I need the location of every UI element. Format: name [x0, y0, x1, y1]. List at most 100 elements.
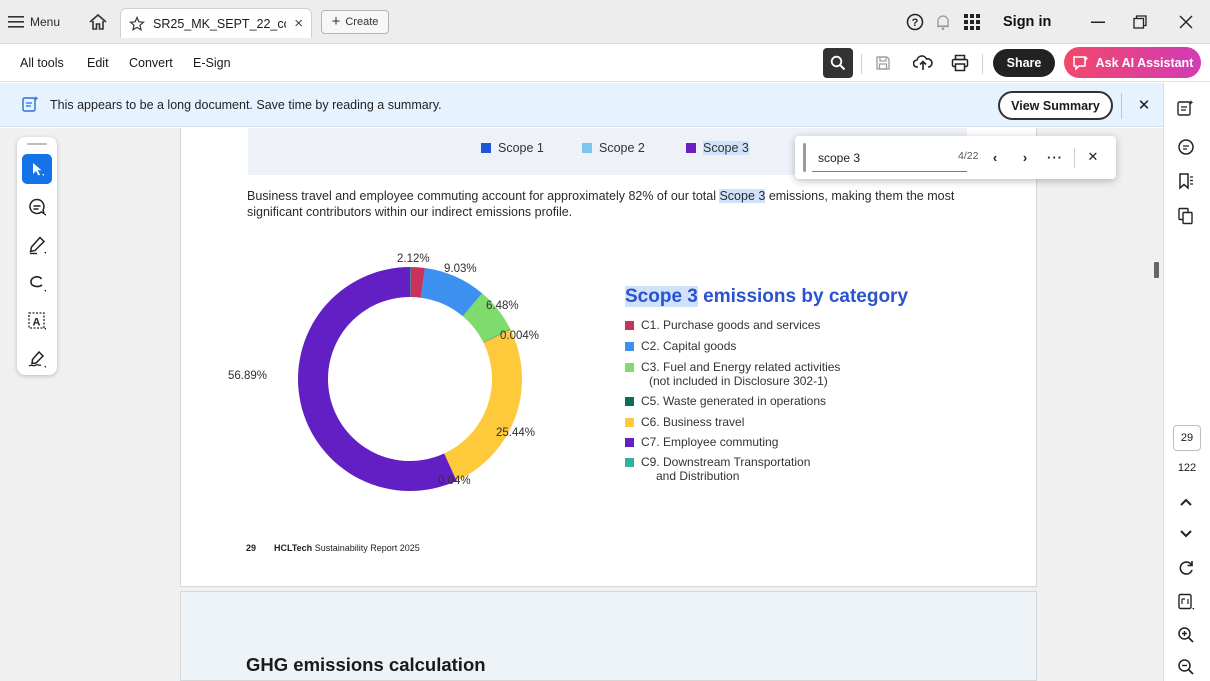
data-label-c6: 25.44%: [496, 427, 536, 439]
top-legend-item: Scope 3: [686, 141, 749, 155]
footer-report-text: Sustainability Report 2025: [312, 543, 420, 553]
ai-assistant-button[interactable]: Ask AI Assistant: [1064, 47, 1201, 78]
summary-icon: [22, 95, 40, 113]
save-icon[interactable]: [870, 50, 896, 76]
search-button[interactable]: [823, 48, 853, 78]
menu-all-tools[interactable]: All tools: [20, 44, 64, 82]
signature-icon: [28, 350, 46, 368]
svg-text:A: A: [33, 317, 41, 329]
text-box-tool-button[interactable]: A: [22, 306, 52, 336]
bell-icon[interactable]: [935, 0, 951, 44]
drag-handle[interactable]: [27, 143, 47, 145]
legend-swatch: [625, 363, 634, 372]
menu-e-sign[interactable]: E-Sign: [193, 44, 231, 82]
data-label-c3: 6.48%: [486, 300, 519, 312]
print-icon[interactable]: [947, 50, 973, 76]
pen-icon: [29, 236, 46, 255]
legend-item-c1: C1. Purchase goods and services: [625, 318, 820, 332]
highlight-tool-button[interactable]: [22, 230, 52, 260]
data-label-c1: 2.12%: [397, 253, 430, 265]
banner-message: This appears to be a long document. Save…: [50, 98, 442, 112]
comment-icon: [29, 198, 46, 216]
menu-button[interactable]: Menu: [8, 0, 60, 44]
apps-grid-icon[interactable]: [964, 0, 980, 44]
legend-label: C6. Business travel: [641, 415, 745, 429]
footer-report-title: HCLTech Sustainability Report 2025: [274, 543, 420, 553]
share-button[interactable]: Share: [993, 49, 1055, 77]
find-previous-icon[interactable]: ‹: [986, 147, 1004, 167]
legend-swatch: [481, 143, 491, 153]
search-highlight: Scope 3: [625, 286, 698, 307]
paragraph-text: Business travel and employee commuting a…: [247, 189, 720, 203]
legend-label: C3. Fuel and Energy related activities: [641, 360, 841, 374]
rotate-icon[interactable]: [1174, 556, 1198, 580]
legend-swatch: [582, 143, 592, 153]
top-legend-item: Scope 2: [582, 141, 645, 155]
legend-label: Scope 3: [703, 141, 749, 155]
toolbar-divider: [861, 54, 862, 74]
chart-title-text: emissions by category: [697, 286, 909, 307]
tab-close-icon[interactable]: ×: [294, 15, 303, 32]
star-icon[interactable]: [129, 15, 145, 32]
legend-item-c5: C5. Waste generated in operations: [625, 394, 826, 408]
zoom-out-icon[interactable]: [1174, 655, 1198, 679]
comments-panel-icon[interactable]: [1174, 135, 1198, 159]
tab-title: SR25_MK_SEPT_22_co...: [153, 16, 287, 31]
text-box-icon: A: [28, 312, 46, 330]
draw-tool-button[interactable]: [22, 268, 52, 298]
footer-page-number: 29: [246, 543, 257, 553]
sign-tool-button[interactable]: [22, 344, 52, 374]
banner-close-icon[interactable]: ✕: [1134, 92, 1154, 118]
donut-chart: [298, 267, 522, 491]
view-summary-button[interactable]: View Summary: [998, 91, 1113, 120]
data-label-c2: 9.03%: [444, 263, 477, 275]
comment-tool-button[interactable]: [22, 192, 52, 222]
total-pages: 122: [1177, 462, 1197, 474]
footer-brand: HCLTech: [274, 543, 313, 553]
cloud-upload-icon[interactable]: [910, 50, 936, 76]
current-page-input[interactable]: 29: [1173, 425, 1201, 451]
chevron-up-icon[interactable]: [1174, 490, 1198, 514]
ai-summary-icon[interactable]: [1174, 96, 1198, 120]
find-divider: [1074, 148, 1075, 168]
legend-swatch: [625, 438, 634, 447]
find-close-icon[interactable]: ✕: [1084, 147, 1102, 167]
select-tool-button[interactable]: [22, 154, 52, 184]
menu-convert[interactable]: Convert: [129, 44, 173, 82]
menu-edit[interactable]: Edit: [87, 44, 109, 82]
zoom-in-icon[interactable]: [1174, 623, 1198, 647]
find-more-options-icon[interactable]: ···: [1046, 147, 1064, 167]
document-tab[interactable]: SR25_MK_SEPT_22_co... ×: [120, 8, 312, 38]
legend-label: Scope 2: [599, 141, 645, 155]
home-icon[interactable]: [88, 0, 108, 44]
donut-slice-6: [298, 267, 457, 491]
legend-item-c7: C7. Employee commuting: [625, 435, 778, 449]
chart-title: Scope 3 emissions by category: [625, 286, 908, 308]
bookmarks-icon[interactable]: [1174, 169, 1198, 193]
minimize-icon[interactable]: [1090, 0, 1106, 44]
chevron-down-icon[interactable]: [1174, 522, 1198, 546]
close-window-icon[interactable]: [1179, 0, 1193, 44]
create-label: Create: [345, 16, 379, 28]
page-fit-icon[interactable]: [1174, 590, 1198, 614]
page-thumbnails-icon[interactable]: [1174, 204, 1198, 228]
banner-divider: [1121, 93, 1122, 119]
legend-label: C9. Downstream Transportation: [641, 455, 811, 469]
restore-icon[interactable]: [1133, 0, 1147, 44]
find-next-icon[interactable]: ›: [1016, 147, 1034, 167]
help-icon[interactable]: ?: [906, 0, 924, 44]
legend-label: C2. Capital goods: [641, 339, 737, 353]
create-button[interactable]: + Create: [321, 10, 389, 34]
legend-swatch: [625, 397, 634, 406]
legend-swatch: [686, 143, 696, 153]
sign-in-link[interactable]: Sign in: [1003, 0, 1051, 44]
find-panel-handle[interactable]: [803, 143, 806, 172]
legend-label: C7. Employee commuting: [641, 435, 779, 449]
plus-icon: +: [331, 13, 341, 30]
search-icon: [830, 55, 846, 71]
find-input[interactable]: scope 3: [812, 144, 967, 172]
ai-assistant-icon: [1072, 55, 1089, 71]
legend-swatch: [625, 321, 634, 330]
legend-label-line2: and Distribution: [656, 469, 740, 483]
vertical-scrollbar-thumb[interactable]: [1154, 262, 1159, 278]
